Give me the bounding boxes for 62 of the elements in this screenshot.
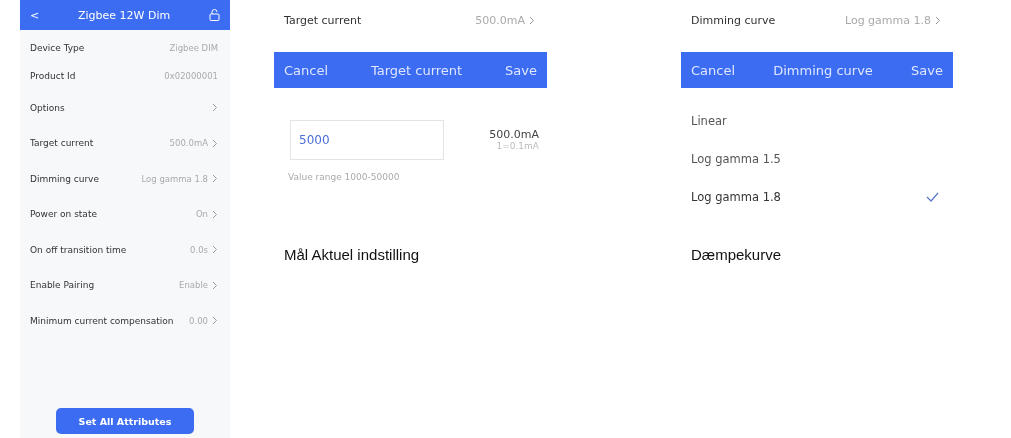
dialog-title: Dimming curve	[773, 62, 873, 78]
chevron-icon	[212, 174, 218, 184]
current-reading: 500.0mA	[489, 128, 539, 141]
row-label: Options	[30, 102, 65, 113]
input-field[interactable]: 5000	[290, 120, 444, 160]
chevron-icon	[212, 103, 218, 113]
settings-row[interactable]: Target current 500.0mA	[274, 0, 547, 40]
row-label: Target current	[30, 138, 94, 149]
row-value: 0.00	[189, 315, 208, 326]
row-value: 0.0s	[190, 244, 208, 255]
settings-row[interactable]: Minimum current compensation 0.00	[20, 303, 230, 339]
range-hint: Value range 1000-50000	[288, 172, 401, 182]
dialog-title: Target current	[370, 62, 463, 78]
row-value: Log gamma 1.8	[844, 13, 931, 27]
chevron-icon	[212, 316, 218, 326]
chevron-icon	[212, 209, 218, 219]
option-label: Log gamma 1.5	[691, 152, 781, 166]
row-label: Power on state	[30, 209, 97, 220]
chevron-icon	[212, 245, 218, 255]
curve-option[interactable]: Linear	[681, 102, 953, 140]
curve-option[interactable]: Log gamma 1.8	[681, 178, 953, 216]
row-value: Enable	[179, 280, 208, 291]
row-label: Enable Pairing	[30, 280, 95, 291]
chevron-icon	[529, 15, 535, 25]
save-button[interactable]: Save	[911, 62, 943, 78]
row-label: Product Id	[30, 71, 76, 81]
unit-note: 1=0.1mA	[496, 141, 539, 151]
caption: Mål Aktuel indstilling	[284, 246, 421, 263]
row-value: 500.0mA	[169, 138, 208, 149]
set-all-attributes-button[interactable]: Set All Attributes	[56, 408, 194, 434]
row-label: Dimming curve	[691, 13, 776, 27]
check-icon	[926, 192, 939, 202]
cancel-button[interactable]: Cancel	[284, 62, 329, 78]
settings-row[interactable]: Options	[20, 90, 230, 126]
row-label: Target current	[284, 13, 362, 27]
settings-row[interactable]: Dimming curve Log gamma 1.8	[20, 161, 230, 197]
chevron-icon	[935, 15, 941, 25]
row-label: Device Type	[30, 43, 85, 53]
row-value: Zigbee DIM	[169, 43, 218, 53]
back-button[interactable]: <	[30, 8, 40, 22]
save-button[interactable]: Save	[505, 62, 537, 78]
row-value: 0x02000001	[164, 71, 218, 81]
settings-row[interactable]: Enable Pairing Enable	[20, 267, 230, 303]
header-title: Zigbee 12W Dim	[78, 8, 171, 22]
row-label: Minimum current compensation	[30, 315, 174, 326]
row-value: 500.0mA	[475, 13, 525, 27]
caption: Dæmpekurve	[691, 246, 783, 263]
settings-row[interactable]: On off transition time 0.0s	[20, 232, 230, 268]
chevron-icon	[212, 280, 218, 290]
settings-row[interactable]: Power on state On	[20, 196, 230, 232]
curve-option[interactable]: Log gamma 1.5	[681, 140, 953, 178]
row-label: Dimming curve	[30, 173, 99, 184]
chevron-icon	[212, 138, 218, 148]
row-value: On	[195, 209, 208, 220]
settings-row[interactable]: Target current 500.0mA	[20, 125, 230, 161]
unlock-icon[interactable]	[209, 9, 220, 21]
row-value: Log gamma 1.8	[141, 173, 208, 184]
option-label: Log gamma 1.8	[691, 190, 781, 204]
cancel-button[interactable]: Cancel	[691, 62, 736, 78]
settings-row[interactable]: Dimming curve Log gamma 1.8	[681, 0, 953, 40]
row-label: On off transition time	[30, 244, 127, 255]
option-label: Linear	[691, 114, 727, 128]
